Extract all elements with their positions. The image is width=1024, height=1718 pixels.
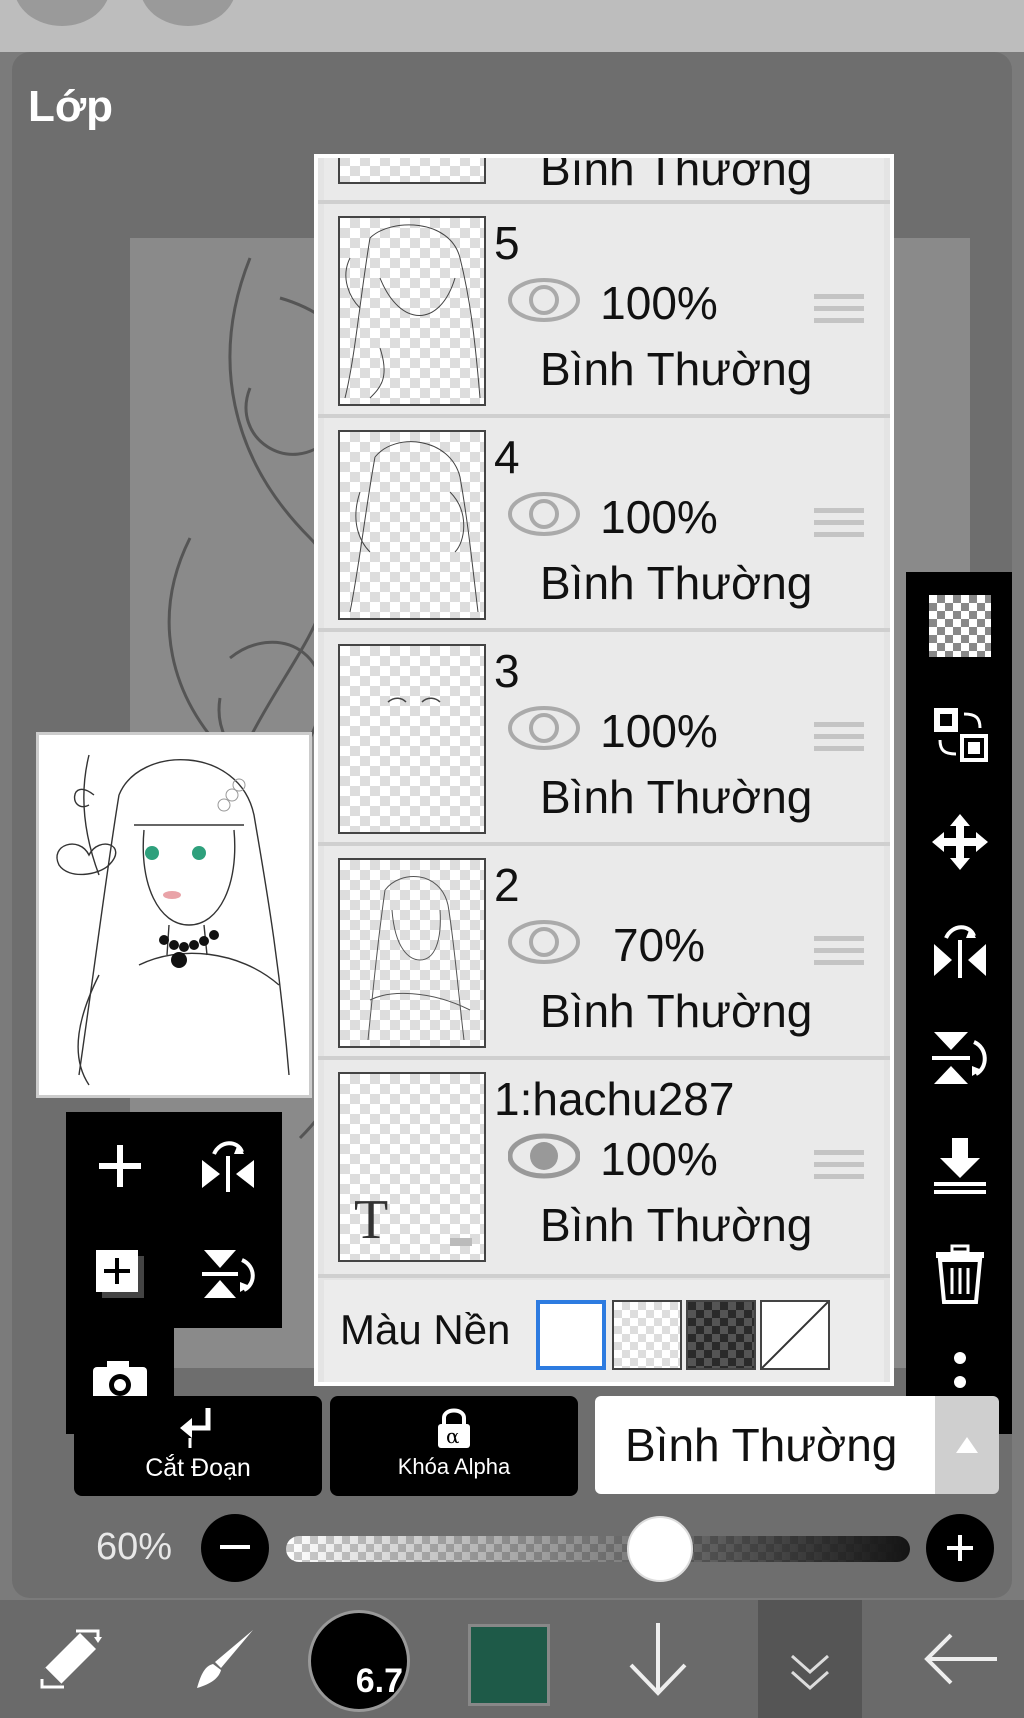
layer-thumbnail <box>338 216 486 406</box>
layers-list: Bình Thường 5 100% Bình Thường 4 100% Bì… <box>314 154 894 1386</box>
checker-icon[interactable] <box>906 572 1012 680</box>
clipping-arrow-icon <box>74 1406 322 1450</box>
background-color-row: Màu Nền <box>324 1280 884 1382</box>
alpha-lock-label: Khóa Alpha <box>397 1454 511 1479</box>
layer-opacity: 100% <box>600 705 718 757</box>
divider <box>318 1274 890 1278</box>
layer-thumbnail <box>338 858 486 1048</box>
layer-name: 5 <box>494 217 520 269</box>
layer-name: 3 <box>494 645 520 697</box>
layer-opacity: 70% <box>612 919 706 971</box>
layer-row[interactable]: 5 100% Bình Thường <box>324 204 884 414</box>
layer-name: 4 <box>494 431 520 483</box>
arrow-down-icon[interactable] <box>616 1600 700 1718</box>
blend-mode-value: Bình Thường <box>625 1419 898 1471</box>
eye-icon[interactable] <box>508 918 580 971</box>
layers-toggle-button[interactable] <box>758 1600 862 1718</box>
bg-transparent-dark-swatch[interactable] <box>686 1300 756 1370</box>
opacity-value: 60% <box>96 1526 173 1568</box>
opacity-increase-button[interactable] <box>926 1514 994 1582</box>
clipping-label: Cắt Đoạn <box>145 1454 251 1482</box>
background-label: Màu Nền <box>340 1306 511 1353</box>
eye-icon[interactable] <box>507 1132 581 1185</box>
opacity-decrease-button[interactable] <box>201 1514 269 1582</box>
layer-name: 1:hachu287 <box>494 1073 735 1125</box>
drag-handle-icon[interactable] <box>814 936 864 972</box>
layer-row[interactable]: 4 100% Bình Thường <box>324 418 884 628</box>
layer-blend: Bình Thường <box>540 154 813 195</box>
layer-opacity: 100% <box>600 491 718 543</box>
clipping-button[interactable]: Cắt Đoạn <box>74 1396 322 1496</box>
add-layer-copy-icon[interactable] <box>66 1220 174 1328</box>
blend-mode-select[interactable]: Bình Thường <box>595 1396 935 1494</box>
back-arrow-icon[interactable] <box>916 1600 1006 1718</box>
brush-icon[interactable] <box>186 1600 266 1718</box>
merge-down-icon[interactable] <box>906 1112 1012 1220</box>
svg-text:T: T <box>354 1189 388 1251</box>
bg-white-swatch[interactable] <box>536 1300 606 1370</box>
drag-handle-icon[interactable] <box>814 294 864 330</box>
lock-icon: α <box>330 1406 578 1450</box>
layer-opacity: 100% <box>600 1133 718 1185</box>
eye-icon[interactable] <box>508 704 580 757</box>
layer-thumbnail <box>338 158 486 184</box>
add-layer-icon[interactable] <box>66 1112 174 1220</box>
layer-blend: Bình Thường <box>540 1199 813 1251</box>
brush-size-button[interactable]: 6.7 <box>308 1610 410 1712</box>
layer-row-partial[interactable]: Bình Thường <box>324 154 884 202</box>
layer-opacity: 100% <box>600 277 718 329</box>
flip-horizontal-icon[interactable] <box>174 1112 282 1220</box>
layer-blend: Bình Thường <box>540 771 813 823</box>
bottom-toolbar: 6.7 <box>0 1600 1024 1718</box>
layer-thumbnail: T <box>338 1072 486 1262</box>
layer-thumbnail <box>338 430 486 620</box>
opacity-slider-track[interactable] <box>286 1536 910 1562</box>
layer-name: 2 <box>494 859 520 911</box>
chevron-double-down-icon <box>791 1654 829 1691</box>
flip-horizontal-icon[interactable] <box>906 896 1012 1004</box>
bg-none-swatch[interactable] <box>760 1300 830 1370</box>
bg-transparent-light-swatch[interactable] <box>612 1300 682 1370</box>
layer-row[interactable]: 3 100% Bình Thường <box>324 632 884 842</box>
svg-text:α: α <box>446 1424 460 1448</box>
layer-thumbnail <box>338 644 486 834</box>
left-tool-panel <box>66 1112 282 1328</box>
canvas-preview[interactable] <box>36 732 312 1098</box>
top-button[interactable] <box>140 0 236 26</box>
transform-tool-icon[interactable] <box>20 1600 120 1718</box>
eye-icon[interactable] <box>508 490 580 543</box>
color-swatch[interactable] <box>468 1624 550 1706</box>
right-tool-panel <box>906 572 1012 1434</box>
panel-title: Lớp <box>28 82 114 131</box>
layer-blend: Bình Thường <box>540 985 813 1037</box>
layer-panel: Lớp Bình Thường 5 100% Bình Thường 4 100… <box>12 52 1012 1598</box>
opacity-slider-knob[interactable] <box>627 1516 694 1582</box>
trash-icon[interactable] <box>906 1220 1012 1328</box>
flip-vertical-icon[interactable] <box>906 1004 1012 1112</box>
drag-handle-icon[interactable] <box>814 722 864 758</box>
move-icon[interactable] <box>906 788 1012 896</box>
top-button[interactable] <box>14 0 110 26</box>
drag-handle-icon[interactable] <box>814 1150 864 1186</box>
eye-icon[interactable] <box>508 276 580 329</box>
swap-layers-icon[interactable] <box>906 680 1012 788</box>
top-bar <box>0 0 1024 52</box>
brush-size-value: 6.7 <box>355 1662 403 1700</box>
flip-vertical-icon[interactable] <box>174 1220 282 1328</box>
drag-handle-icon[interactable] <box>814 508 864 544</box>
layer-blend: Bình Thường <box>540 557 813 609</box>
layer-row[interactable]: 2 70% Bình Thường <box>324 846 884 1056</box>
alpha-lock-button[interactable]: α Khóa Alpha <box>330 1396 578 1496</box>
layer-row-selected[interactable]: T 1:hachu287 100% Bình Thường <box>324 1060 884 1274</box>
layer-blend: Bình Thường <box>540 343 813 395</box>
blend-mode-arrow-icon[interactable] <box>935 1396 999 1494</box>
